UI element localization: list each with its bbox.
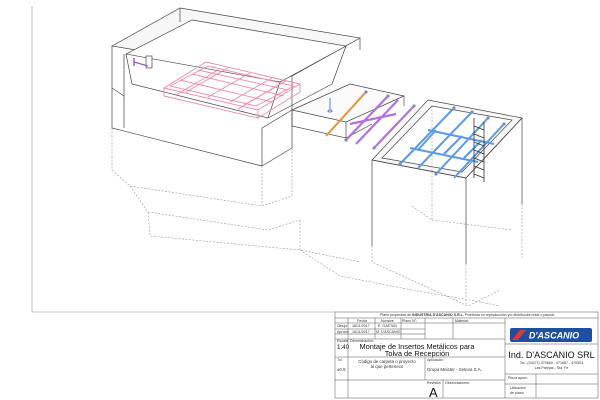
hopper-box (110, 7, 362, 167)
pit-box (371, 99, 523, 264)
isometric-drawing (31, 6, 599, 399)
title-block-grid (334, 311, 599, 399)
